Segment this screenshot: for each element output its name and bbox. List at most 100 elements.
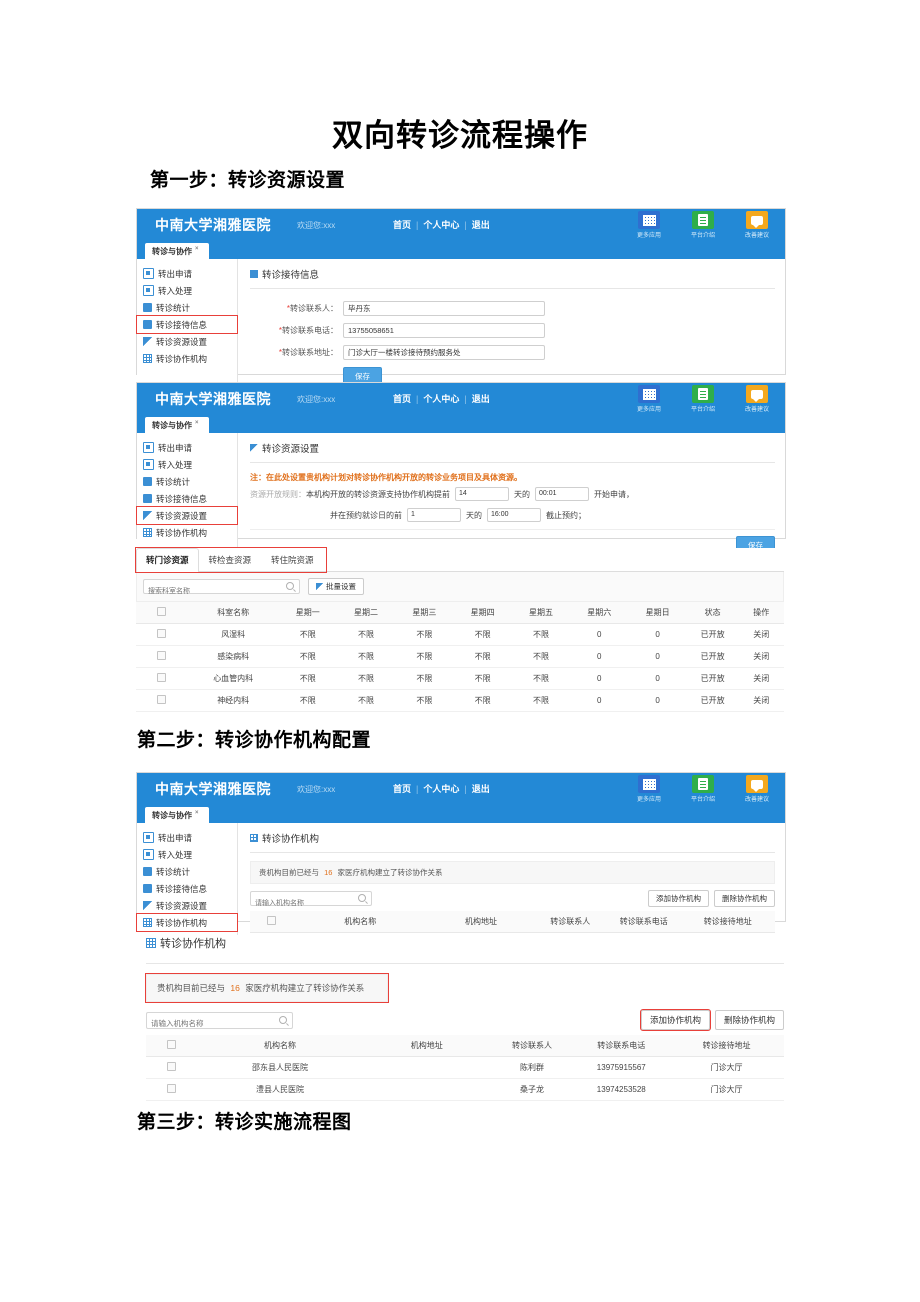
cell-action[interactable]: 关闭 — [738, 645, 784, 668]
select-all-checkbox[interactable] — [167, 1040, 177, 1049]
search-input[interactable] — [144, 585, 282, 598]
cell-reception: 门诊大厅 — [669, 1078, 784, 1101]
contact-input[interactable]: 毕丹东 — [343, 301, 545, 316]
sidebar-item-reception-info[interactable]: 转诊接待信息 — [136, 315, 238, 334]
row-checkbox[interactable] — [157, 629, 167, 638]
row-checkbox[interactable] — [167, 1084, 177, 1093]
feedback-button[interactable]: 改善建议 — [737, 385, 777, 413]
row-checkbox[interactable] — [167, 1062, 177, 1071]
window-tab-referral[interactable]: 转诊与协作 × — [145, 243, 209, 259]
close-icon[interactable]: × — [195, 810, 199, 816]
platform-intro-button[interactable]: 平台介绍 — [683, 775, 723, 803]
close-icon[interactable]: × — [195, 420, 199, 426]
row-checkbox[interactable] — [157, 695, 167, 704]
sidebar-item-transfer-out[interactable]: 转出申请 — [137, 829, 237, 846]
search-input[interactable] — [147, 1015, 275, 1031]
nav-home[interactable]: 首页 — [393, 394, 411, 404]
sidebar-item-statistics[interactable]: 转诊统计 — [137, 863, 237, 880]
cell-org[interactable]: 邵东县人民医院 — [197, 1056, 363, 1079]
partner-action-buttons: 添加协作机构 删除协作机构 — [648, 890, 775, 907]
cell-status: 已开放 — [686, 667, 739, 690]
sidebar-item-reception-info[interactable]: 转诊接待信息 — [137, 880, 237, 897]
sidebar-item-transfer-in[interactable]: 转入处理 — [137, 456, 237, 473]
sidebar-item-partner-org[interactable]: 转诊协作机构 — [137, 524, 237, 541]
window-tab-referral[interactable]: 转诊与协作 × — [145, 417, 209, 433]
cell-org[interactable]: 澧县人民医院 — [197, 1078, 363, 1101]
tab-outpatient-resource[interactable]: 转门诊资源 — [136, 548, 199, 572]
end-time-input[interactable]: 16:00 — [487, 508, 541, 522]
sidebar-item-transfer-in[interactable]: 转入处理 — [137, 846, 237, 863]
add-partner-button[interactable]: 添加协作机构 — [648, 890, 709, 907]
nav-logout[interactable]: 退出 — [472, 220, 490, 230]
sidebar-item-partner-org[interactable]: 转诊协作机构 — [137, 350, 237, 367]
transfer-in-icon — [143, 849, 154, 860]
more-apps-button[interactable]: 更多应用 — [629, 211, 669, 239]
nav-profile[interactable]: 个人中心 — [423, 394, 459, 404]
nav-home[interactable]: 首页 — [393, 784, 411, 794]
sidebar-item-transfer-out[interactable]: 转出申请 — [137, 265, 237, 282]
header-nav: 首页 | 个人中心 | 退出 — [392, 392, 491, 405]
address-input[interactable]: 门诊大厅一楼转诊接待预约服务处 — [343, 345, 545, 360]
cell-action[interactable]: 关闭 — [738, 689, 784, 712]
col-org: 机构名称 — [197, 1035, 363, 1057]
department-search[interactable] — [143, 579, 300, 598]
search-icon — [358, 894, 366, 902]
more-apps-button[interactable]: 更多应用 — [629, 775, 669, 803]
phone-input[interactable]: 13755058651 — [343, 323, 545, 338]
partner-detail-title-text: 转诊协作机构 — [160, 938, 226, 950]
cell-dept: 感染病科 — [187, 645, 279, 668]
delete-partner-button[interactable]: 删除协作机构 — [714, 1010, 784, 1030]
sidebar-label: 转入处理 — [158, 459, 193, 470]
feedback-button[interactable]: 改善建议 — [737, 775, 777, 803]
nav-logout[interactable]: 退出 — [472, 394, 490, 404]
cell-mon: 不限 — [278, 689, 337, 712]
cell-action[interactable]: 关闭 — [738, 667, 784, 690]
cell-action[interactable]: 关闭 — [738, 623, 784, 646]
delete-partner-button[interactable]: 删除协作机构 — [714, 890, 775, 907]
brand-title: 中南大学湘雅医院 — [155, 217, 271, 233]
cell-tue: 不限 — [336, 689, 396, 712]
tab-exam-resource[interactable]: 转检查资源 — [199, 548, 262, 571]
search-input[interactable] — [251, 897, 355, 910]
select-all-checkbox[interactable] — [266, 916, 276, 925]
sidebar-label: 转诊统计 — [156, 302, 191, 313]
sidebar-item-reception-info[interactable]: 转诊接待信息 — [137, 490, 237, 507]
nav-logout[interactable]: 退出 — [472, 784, 490, 794]
start-time-input[interactable]: 00:01 — [535, 487, 589, 501]
partner-search[interactable] — [146, 1011, 293, 1031]
nav-sep-2: | — [464, 220, 467, 230]
partner-search[interactable] — [250, 891, 372, 910]
close-icon[interactable]: × — [195, 246, 199, 252]
row-checkbox[interactable] — [157, 673, 167, 682]
tab-inpatient-resource[interactable]: 转住院资源 — [261, 548, 324, 571]
nav-sep-1: | — [416, 220, 419, 230]
deadline-days-input[interactable]: 1 — [407, 508, 461, 522]
row-checkbox[interactable] — [157, 651, 167, 660]
select-all-checkbox[interactable] — [157, 607, 167, 616]
sidebar-item-statistics[interactable]: 转诊统计 — [137, 299, 237, 316]
sidebar-item-resource-setting[interactable]: 转诊资源设置 — [136, 506, 238, 525]
cell-sun: 0 — [628, 689, 687, 712]
nav-home[interactable]: 首页 — [393, 220, 411, 230]
batch-setting-button[interactable]: 批量设置 — [308, 578, 364, 595]
more-apps-label: 更多应用 — [636, 233, 661, 239]
cell-wed: 不限 — [395, 689, 454, 712]
window-tab-referral[interactable]: 转诊与协作 × — [145, 807, 209, 823]
sidebar-item-statistics[interactable]: 转诊统计 — [137, 473, 237, 490]
add-partner-button[interactable]: 添加协作机构 — [639, 1009, 711, 1031]
cell-dept: 风湿科 — [187, 623, 279, 646]
nav-profile[interactable]: 个人中心 — [423, 784, 459, 794]
sidebar-item-transfer-in[interactable]: 转入处理 — [137, 282, 237, 299]
cell-addr — [362, 1078, 491, 1101]
nav-profile[interactable]: 个人中心 — [423, 220, 459, 230]
platform-intro-button[interactable]: 平台介绍 — [683, 211, 723, 239]
sidebar-item-resource-setting[interactable]: 转诊资源设置 — [137, 333, 237, 350]
sidebar-item-partner-org[interactable]: 转诊协作机构 — [136, 913, 238, 932]
resource-tab-section: 转门诊资源 转检查资源 转住院资源 批量设置 科室名称 星期一 星期二 — [135, 547, 784, 713]
more-apps-button[interactable]: 更多应用 — [629, 385, 669, 413]
sidebar-item-resource-setting[interactable]: 转诊资源设置 — [137, 897, 237, 914]
platform-intro-button[interactable]: 平台介绍 — [683, 385, 723, 413]
feedback-button[interactable]: 改善建议 — [737, 211, 777, 239]
advance-days-input[interactable]: 14 — [455, 487, 509, 501]
sidebar-item-transfer-out[interactable]: 转出申请 — [137, 439, 237, 456]
